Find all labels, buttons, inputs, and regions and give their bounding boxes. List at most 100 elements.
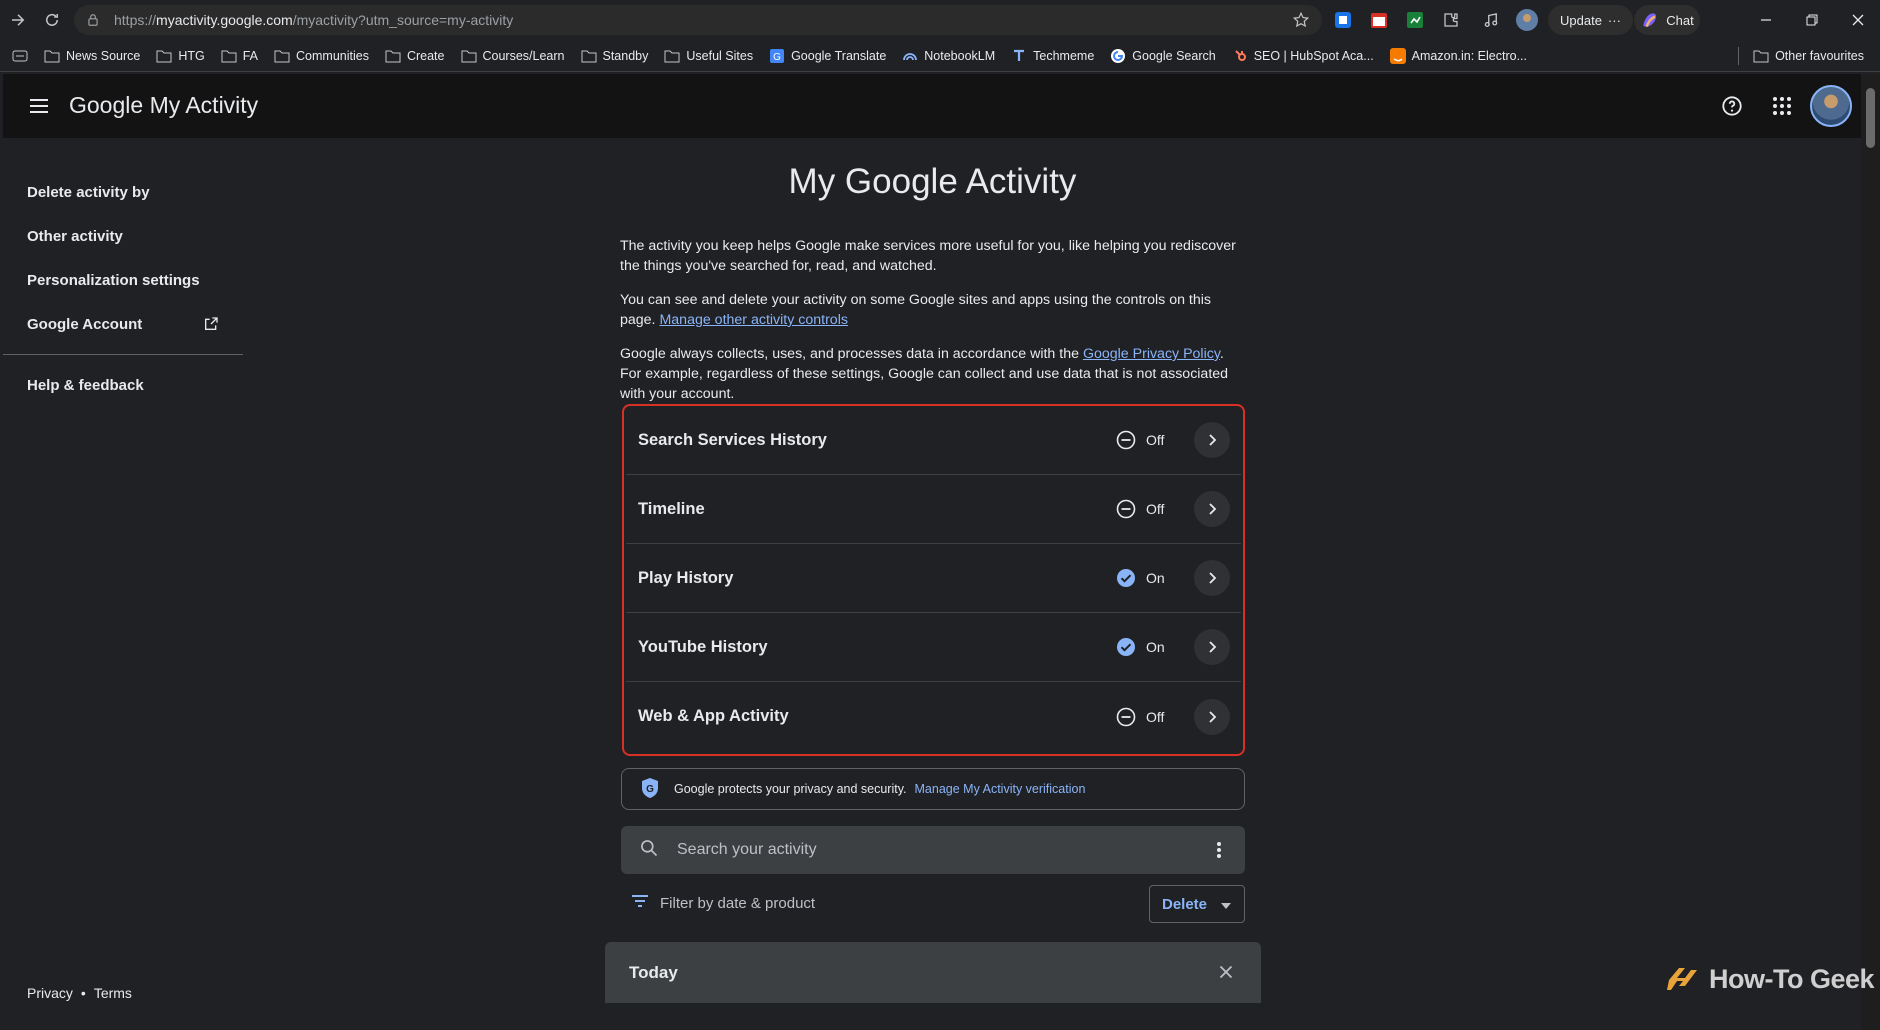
chevron-right-icon[interactable] — [1194, 560, 1230, 596]
bookmark-item[interactable]: Standby — [573, 43, 657, 69]
bookmark-item[interactable]: Communities — [266, 43, 377, 69]
bookmark-label: Amazon.in: Electro... — [1411, 48, 1527, 63]
bookmark-item[interactable]: NotebookLM — [894, 43, 1003, 69]
logo-google: Google — [69, 92, 144, 118]
sidebar-item-personalization-settings[interactable]: Personalization settings — [3, 258, 243, 302]
address-bar[interactable]: https://myactivity.google.com/myactivity… — [74, 5, 1322, 35]
app-logo[interactable]: Google My Activity — [69, 92, 258, 119]
restore-icon[interactable] — [1800, 8, 1824, 32]
activity-control-name: Play History — [638, 568, 734, 587]
activity-control-row[interactable]: Search Services History Off — [626, 406, 1241, 475]
url-prefix: https:// — [114, 12, 157, 28]
bookmark-item[interactable]: Amazon.in: Electro... — [1382, 43, 1535, 69]
activity-control-status-label: On — [1146, 570, 1165, 586]
manage-other-controls-link[interactable]: Manage other activity controls — [659, 312, 847, 328]
footer-links: Privacy • Terms — [27, 985, 132, 1001]
bookmark-item[interactable]: SEO | HubSpot Aca... — [1224, 43, 1382, 69]
google-shield-icon: G — [640, 777, 660, 802]
close-icon[interactable] — [1215, 961, 1237, 988]
extension-sheet-icon[interactable] — [1402, 7, 1428, 33]
extensions-puzzle-icon[interactable] — [1438, 7, 1464, 33]
chevron-right-icon[interactable] — [1194, 629, 1230, 665]
scrollbar-thumb[interactable] — [1866, 88, 1875, 148]
page-scrollbar[interactable] — [1861, 74, 1880, 1030]
reading-list-icon[interactable] — [0, 43, 36, 69]
filter-label: Filter by date & product — [660, 894, 816, 912]
page-title: My Google Activity — [788, 162, 1077, 201]
site-info-icon[interactable] — [86, 12, 102, 28]
bookmark-label: SEO | HubSpot Aca... — [1253, 48, 1374, 63]
today-label: Today — [629, 962, 678, 982]
forward-icon[interactable] — [0, 2, 36, 38]
bookmark-item[interactable]: Google Search — [1102, 43, 1223, 69]
chat-label: Chat — [1666, 12, 1694, 28]
account-avatar[interactable] — [1810, 85, 1852, 127]
sidebar-item-delete-activity-by[interactable]: Delete activity by — [3, 170, 243, 214]
more-options-icon[interactable] — [1209, 840, 1229, 865]
delete-button[interactable]: Delete — [1149, 885, 1245, 923]
chevron-right-icon[interactable] — [1194, 698, 1230, 735]
bookmark-item[interactable]: Useful Sites — [656, 43, 761, 69]
bookmark-item[interactable]: Courses/Learn — [453, 43, 573, 69]
apps-grid-icon[interactable] — [1768, 92, 1796, 120]
copilot-chat-button[interactable]: Chat — [1634, 5, 1700, 35]
close-window-icon[interactable] — [1846, 8, 1870, 32]
main-menu-icon[interactable] — [27, 94, 51, 118]
activity-control-row[interactable]: Web & App Activity Off — [626, 682, 1241, 751]
bookmark-label: HTG — [178, 48, 205, 63]
bookmark-item[interactable]: FA — [213, 43, 266, 69]
folder-icon — [44, 49, 60, 63]
sidebar-item-other-activity[interactable]: Other activity — [3, 214, 243, 258]
bookmark-item[interactable]: Create — [377, 43, 453, 69]
folder-icon — [664, 49, 680, 63]
howtogeek-watermark: How-To Geek — [1665, 964, 1875, 995]
howtogeek-logo-icon — [1667, 967, 1697, 990]
extension-calendar-icon[interactable] — [1366, 7, 1392, 33]
chevron-right-icon[interactable] — [1194, 422, 1230, 458]
update-button[interactable]: Update ··· — [1548, 5, 1633, 35]
reload-icon[interactable] — [34, 2, 70, 38]
extension-icon[interactable] — [1330, 7, 1356, 33]
bookmark-label: Other favourites — [1775, 48, 1864, 63]
translate-icon: G — [769, 48, 785, 64]
chevron-right-icon[interactable] — [1194, 491, 1230, 527]
privacy-policy-link[interactable]: Google Privacy Policy — [1083, 346, 1220, 362]
browser-toolbar: https://myactivity.google.com/myactivity… — [0, 0, 1880, 40]
activity-control-row[interactable]: Timeline Off — [626, 475, 1241, 544]
bookmark-item[interactable]: News Source — [36, 43, 148, 69]
bookmark-item[interactable]: G Google Translate — [761, 43, 894, 69]
folder-icon — [1753, 50, 1769, 62]
media-control-icon[interactable] — [1478, 7, 1504, 33]
privacy-link[interactable]: Privacy — [27, 985, 73, 1001]
filter-icon — [630, 893, 650, 913]
notebooklm-icon — [902, 48, 918, 64]
url-host: myactivity.google.com — [156, 12, 293, 28]
bookmark-item[interactable]: Techmeme — [1003, 43, 1102, 69]
terms-link[interactable]: Terms — [94, 985, 132, 1001]
privacy-text-a: Google always collects, uses, and proces… — [620, 346, 1079, 362]
bookmark-label: NotebookLM — [924, 48, 996, 63]
bookmark-other-favourites[interactable]: Other favourites — [1745, 43, 1880, 69]
folder-icon — [581, 49, 597, 63]
svg-text:G: G — [773, 52, 781, 63]
search-activity-input[interactable] — [677, 841, 1177, 859]
amazon-icon — [1389, 47, 1406, 64]
sidebar-item-help-feedback[interactable]: Help & feedback — [3, 363, 243, 407]
help-icon[interactable] — [1718, 92, 1746, 120]
activity-control-status-label: On — [1146, 639, 1165, 655]
filter-by-date-product[interactable]: Filter by date & product — [630, 893, 815, 913]
intro-paragraph: The activity you keep helps Google make … — [620, 238, 1236, 274]
activity-control-name: Timeline — [638, 499, 705, 518]
profile-avatar-icon[interactable] — [1514, 7, 1540, 33]
favorite-star-icon[interactable] — [1292, 11, 1310, 32]
minimize-icon[interactable] — [1754, 8, 1778, 32]
dropdown-arrow-icon — [1221, 896, 1232, 913]
folder-icon — [461, 49, 477, 63]
sidebar-nav: Delete activity by Other activity Person… — [3, 170, 243, 407]
activity-control-name: Search Services History — [638, 430, 827, 449]
sidebar-item-google-account[interactable]: Google Account — [3, 302, 243, 346]
activity-control-row[interactable]: YouTube History On — [626, 613, 1241, 682]
activity-control-row[interactable]: Play History On — [626, 544, 1241, 613]
manage-verification-link[interactable]: Manage My Activity verification — [915, 782, 1086, 796]
bookmark-item[interactable]: HTG — [148, 43, 212, 69]
